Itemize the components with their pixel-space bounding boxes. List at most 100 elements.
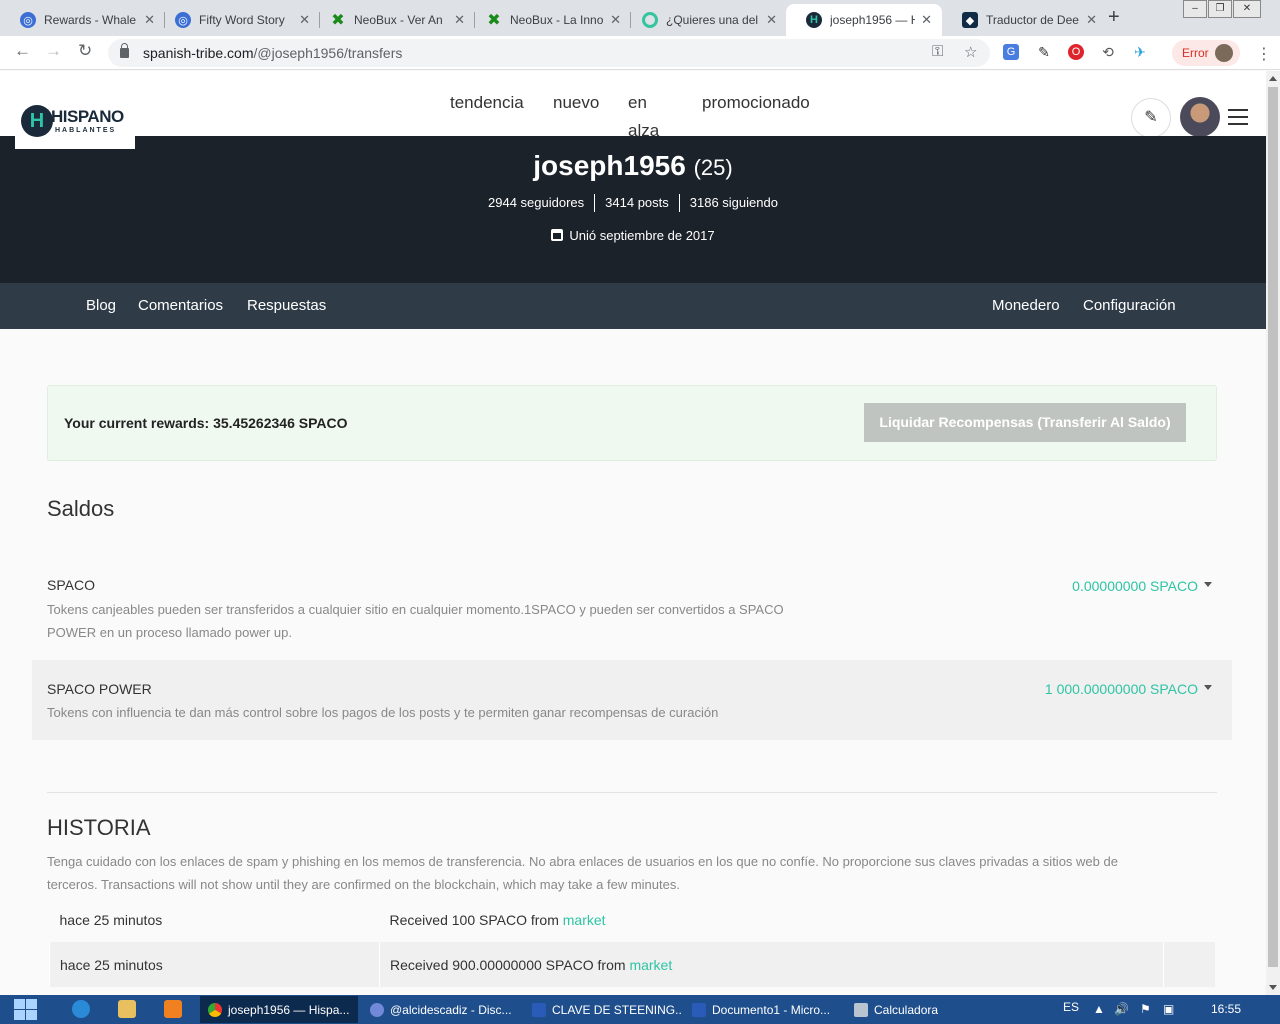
calculator-icon [854,1002,868,1017]
browser-tab[interactable]: ✖ NeoBux - La Inno ✕ [466,4,631,36]
tab-title: Fifty Word Story [199,13,285,27]
browser-tab[interactable]: ✖ NeoBux - Ver An ✕ [310,4,475,36]
history-user-link[interactable]: market [629,957,672,973]
write-post-button[interactable]: ✎ [1131,98,1171,138]
browser-tab-strip: ◎ Rewards - Whale ✕ ◎ Fifty Word Story ✕… [0,0,1280,36]
scroll-thumb[interactable] [1268,87,1278,967]
network-icon[interactable]: ▣ [1163,1002,1174,1016]
browser-tab[interactable]: ◎ Fifty Word Story ✕ [155,4,320,36]
clock[interactable]: 16:55 [1211,1002,1241,1016]
balance-row-spaco-power: SPACO POWER Tokens con influencia te dan… [32,660,1232,740]
balance-value-dropdown[interactable]: 1 000.00000000 SPACO [1045,681,1198,697]
media-player-icon[interactable] [164,1000,182,1018]
windows-start-icon[interactable] [14,999,38,1021]
username: joseph1956 [533,150,686,181]
tab-settings[interactable]: Configuración [1083,297,1176,314]
close-icon[interactable]: ✕ [921,12,932,28]
reload-icon[interactable]: ↻ [78,41,92,61]
taskbar-item-discord[interactable]: @alcidescadiz - Disc... [362,996,520,1023]
task-label: joseph1956 — Hispa... [228,1002,350,1017]
page-scrollbar[interactable] [1266,71,1280,995]
close-icon[interactable]: ✕ [610,12,621,28]
url-path: /@joseph1956/transfers [253,45,403,61]
language-indicator[interactable]: ES [1063,1000,1079,1014]
browser-tab-active[interactable]: H joseph1956 — Hi ✕ [786,4,942,36]
menu-kebab-icon[interactable]: ⋮ [1256,44,1272,64]
tab-comments[interactable]: Comentarios [138,297,223,314]
calendar-icon [551,229,564,241]
task-label: CLAVE DE STEENING... [552,1002,682,1017]
tab-blog[interactable]: Blog [86,297,116,314]
tab-title: Traductor de Dee [986,13,1079,27]
nav-trending[interactable]: tendencia [450,89,524,117]
star-bookmark-icon[interactable]: ☆ [964,43,977,61]
scroll-up-icon[interactable] [1269,76,1277,81]
file-explorer-icon[interactable] [118,1000,136,1018]
minimize-icon[interactable]: – [1183,0,1207,18]
current-rewards-text: Your current rewards: 35.45262346 SPACO [64,415,348,431]
site-header: tendencia nuevo en alza promocionado ✎ [0,71,1266,140]
browser-tab[interactable]: ◆ Traductor de Dee ✕ [942,4,1107,36]
tab-wallet[interactable]: Monedero [992,297,1060,314]
balance-description: Tokens con influencia te dan más control… [47,705,719,720]
balance-value-dropdown[interactable]: 0.00000000 SPACO [1072,578,1198,594]
tab-replies[interactable]: Respuestas [247,297,326,314]
nav-hot-line1: en [628,93,647,112]
back-arrow-icon[interactable]: ← [14,41,31,61]
tab-title: ¿Quieres una del [666,13,759,27]
claim-rewards-button[interactable]: Liquidar Recompensas (Transferir Al Sald… [864,403,1186,442]
profile-avatar-icon [1214,44,1233,62]
browser-tab[interactable]: ◎ Rewards - Whale ✕ [0,4,165,36]
nav-new[interactable]: nuevo [553,89,599,117]
close-icon[interactable]: ✕ [1086,12,1097,28]
following-count[interactable]: 3186 siguiendo [680,194,788,212]
user-avatar[interactable] [1180,97,1220,137]
taskbar-item-calculator[interactable]: Calculadora [846,996,1004,1023]
close-icon[interactable]: ✕ [299,12,310,28]
joined-text: Unió septiembre de 2017 [569,228,715,243]
balance-label: SPACO [47,577,95,593]
browser-tab[interactable]: ¿Quieres una del ✕ [622,4,787,36]
tool-extension-icon[interactable]: ✈ [1132,44,1148,60]
followers-count[interactable]: 2944 seguidores [478,194,596,212]
hamburger-menu-icon[interactable] [1228,109,1248,130]
tray-expand-icon[interactable]: ▲ [1093,1002,1105,1016]
internet-explorer-icon[interactable] [72,1000,90,1018]
chevron-down-icon[interactable] [1204,582,1212,587]
history-user-link[interactable]: market [563,912,606,928]
action-flag-icon[interactable]: ⚑ [1140,1002,1151,1016]
close-icon[interactable]: ✕ [144,12,155,28]
restore-icon[interactable]: ❐ [1208,0,1232,18]
task-label: @alcidescadiz - Disc... [390,1002,512,1017]
task-label: Documento1 - Micro... [712,1002,831,1017]
table-row: hace 25 minutos Received 100 SPACO from … [50,897,1216,942]
address-bar[interactable]: spanish-tribe.com/@joseph1956/transfers [108,39,990,67]
scroll-down-icon[interactable] [1269,985,1277,990]
new-tab-plus-icon[interactable]: + [1108,6,1120,29]
opera-o-icon[interactable]: O [1068,44,1084,60]
close-icon[interactable]: ✕ [454,12,465,28]
close-icon[interactable]: ✕ [766,12,777,28]
logo-subtitle: HABLANTES [55,127,117,134]
volume-icon[interactable]: 🔊 [1114,1002,1129,1016]
taskbar-item-word-documento[interactable]: Documento1 - Micro... [684,996,842,1023]
window-close-icon[interactable]: ✕ [1233,0,1261,18]
taskbar-item-word-clave[interactable]: CLAVE DE STEENING... [524,996,682,1023]
history-extension-icon[interactable]: ⟲ [1100,44,1116,60]
google-translate-icon[interactable]: G [1003,44,1019,60]
pencil-icon: ✎ [1144,109,1158,126]
taskbar-item-chrome[interactable]: joseph1956 — Hispa... [200,996,358,1023]
profile-error-button[interactable]: Error [1172,40,1240,66]
history-warning: Tenga cuidado con los enlaces de spam y … [47,850,1147,896]
history-detail: Received 900.00000000 SPACO from market [379,942,1163,987]
site-logo[interactable]: H HISPANO HABLANTES [15,89,135,149]
key-icon[interactable]: ⚿ [932,43,943,60]
chevron-down-icon[interactable] [1204,685,1212,690]
history-memo [1162,942,1215,987]
nav-promoted[interactable]: promocionado [702,89,810,117]
forward-arrow-icon[interactable]: → [45,41,62,61]
history-warning-line1: Tenga cuidado con los enlaces de spam y … [47,854,1118,869]
pen-extension-icon[interactable]: ✎ [1036,44,1052,60]
history-memo [1163,897,1215,942]
balances-heading: Saldos [47,496,115,521]
